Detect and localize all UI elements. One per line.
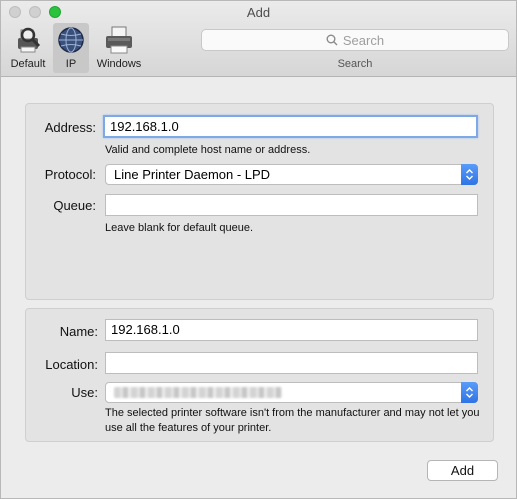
toolbar-ip[interactable]: IP bbox=[53, 23, 89, 73]
location-field[interactable] bbox=[105, 352, 478, 374]
use-popup[interactable] bbox=[105, 382, 478, 403]
default-printer-icon bbox=[7, 23, 49, 57]
address-hint: Valid and complete host name or address. bbox=[105, 144, 311, 156]
toolbar-default[interactable]: Default bbox=[7, 23, 49, 73]
search-caption: Search bbox=[337, 58, 373, 70]
globe-icon bbox=[53, 23, 89, 57]
add-printer-window: Add Default IP Windows Search Search Add… bbox=[0, 0, 517, 499]
address-field[interactable]: 192.168.1.0 bbox=[103, 115, 478, 138]
name-label: Name: bbox=[59, 324, 98, 339]
name-field[interactable]: 192.168.1.0 bbox=[105, 319, 478, 341]
toolbar-windows[interactable]: Windows bbox=[93, 23, 145, 73]
use-label: Use: bbox=[71, 385, 98, 400]
queue-hint: Leave blank for default queue. bbox=[105, 222, 254, 234]
protocol-value: Line Printer Daemon - LPD bbox=[114, 167, 271, 182]
search-icon bbox=[326, 34, 338, 46]
toolbar: Add Default IP Windows Search Search bbox=[1, 1, 516, 77]
popup-stepper-icon bbox=[461, 164, 478, 185]
queue-field[interactable] bbox=[105, 194, 478, 216]
toolbar-windows-label: Windows bbox=[96, 58, 142, 70]
queue-label: Queue: bbox=[53, 198, 96, 213]
window-title: Add bbox=[246, 5, 271, 20]
protocol-popup[interactable]: Line Printer Daemon - LPD bbox=[105, 164, 478, 185]
driver-warning: The selected printer software isn't from… bbox=[105, 407, 480, 434]
search-placeholder: Search bbox=[342, 32, 385, 48]
windows-printer-icon bbox=[93, 23, 145, 57]
search-input[interactable]: Search bbox=[201, 29, 509, 51]
popup-stepper-icon bbox=[461, 382, 478, 403]
protocol-label: Protocol: bbox=[44, 167, 96, 182]
address-label: Address: bbox=[44, 120, 96, 135]
redacted-driver-name bbox=[114, 387, 282, 398]
toolbar-default-label: Default bbox=[10, 58, 46, 70]
location-label: Location: bbox=[45, 357, 98, 372]
toolbar-ip-label: IP bbox=[65, 58, 77, 70]
add-button[interactable]: Add bbox=[427, 460, 498, 481]
